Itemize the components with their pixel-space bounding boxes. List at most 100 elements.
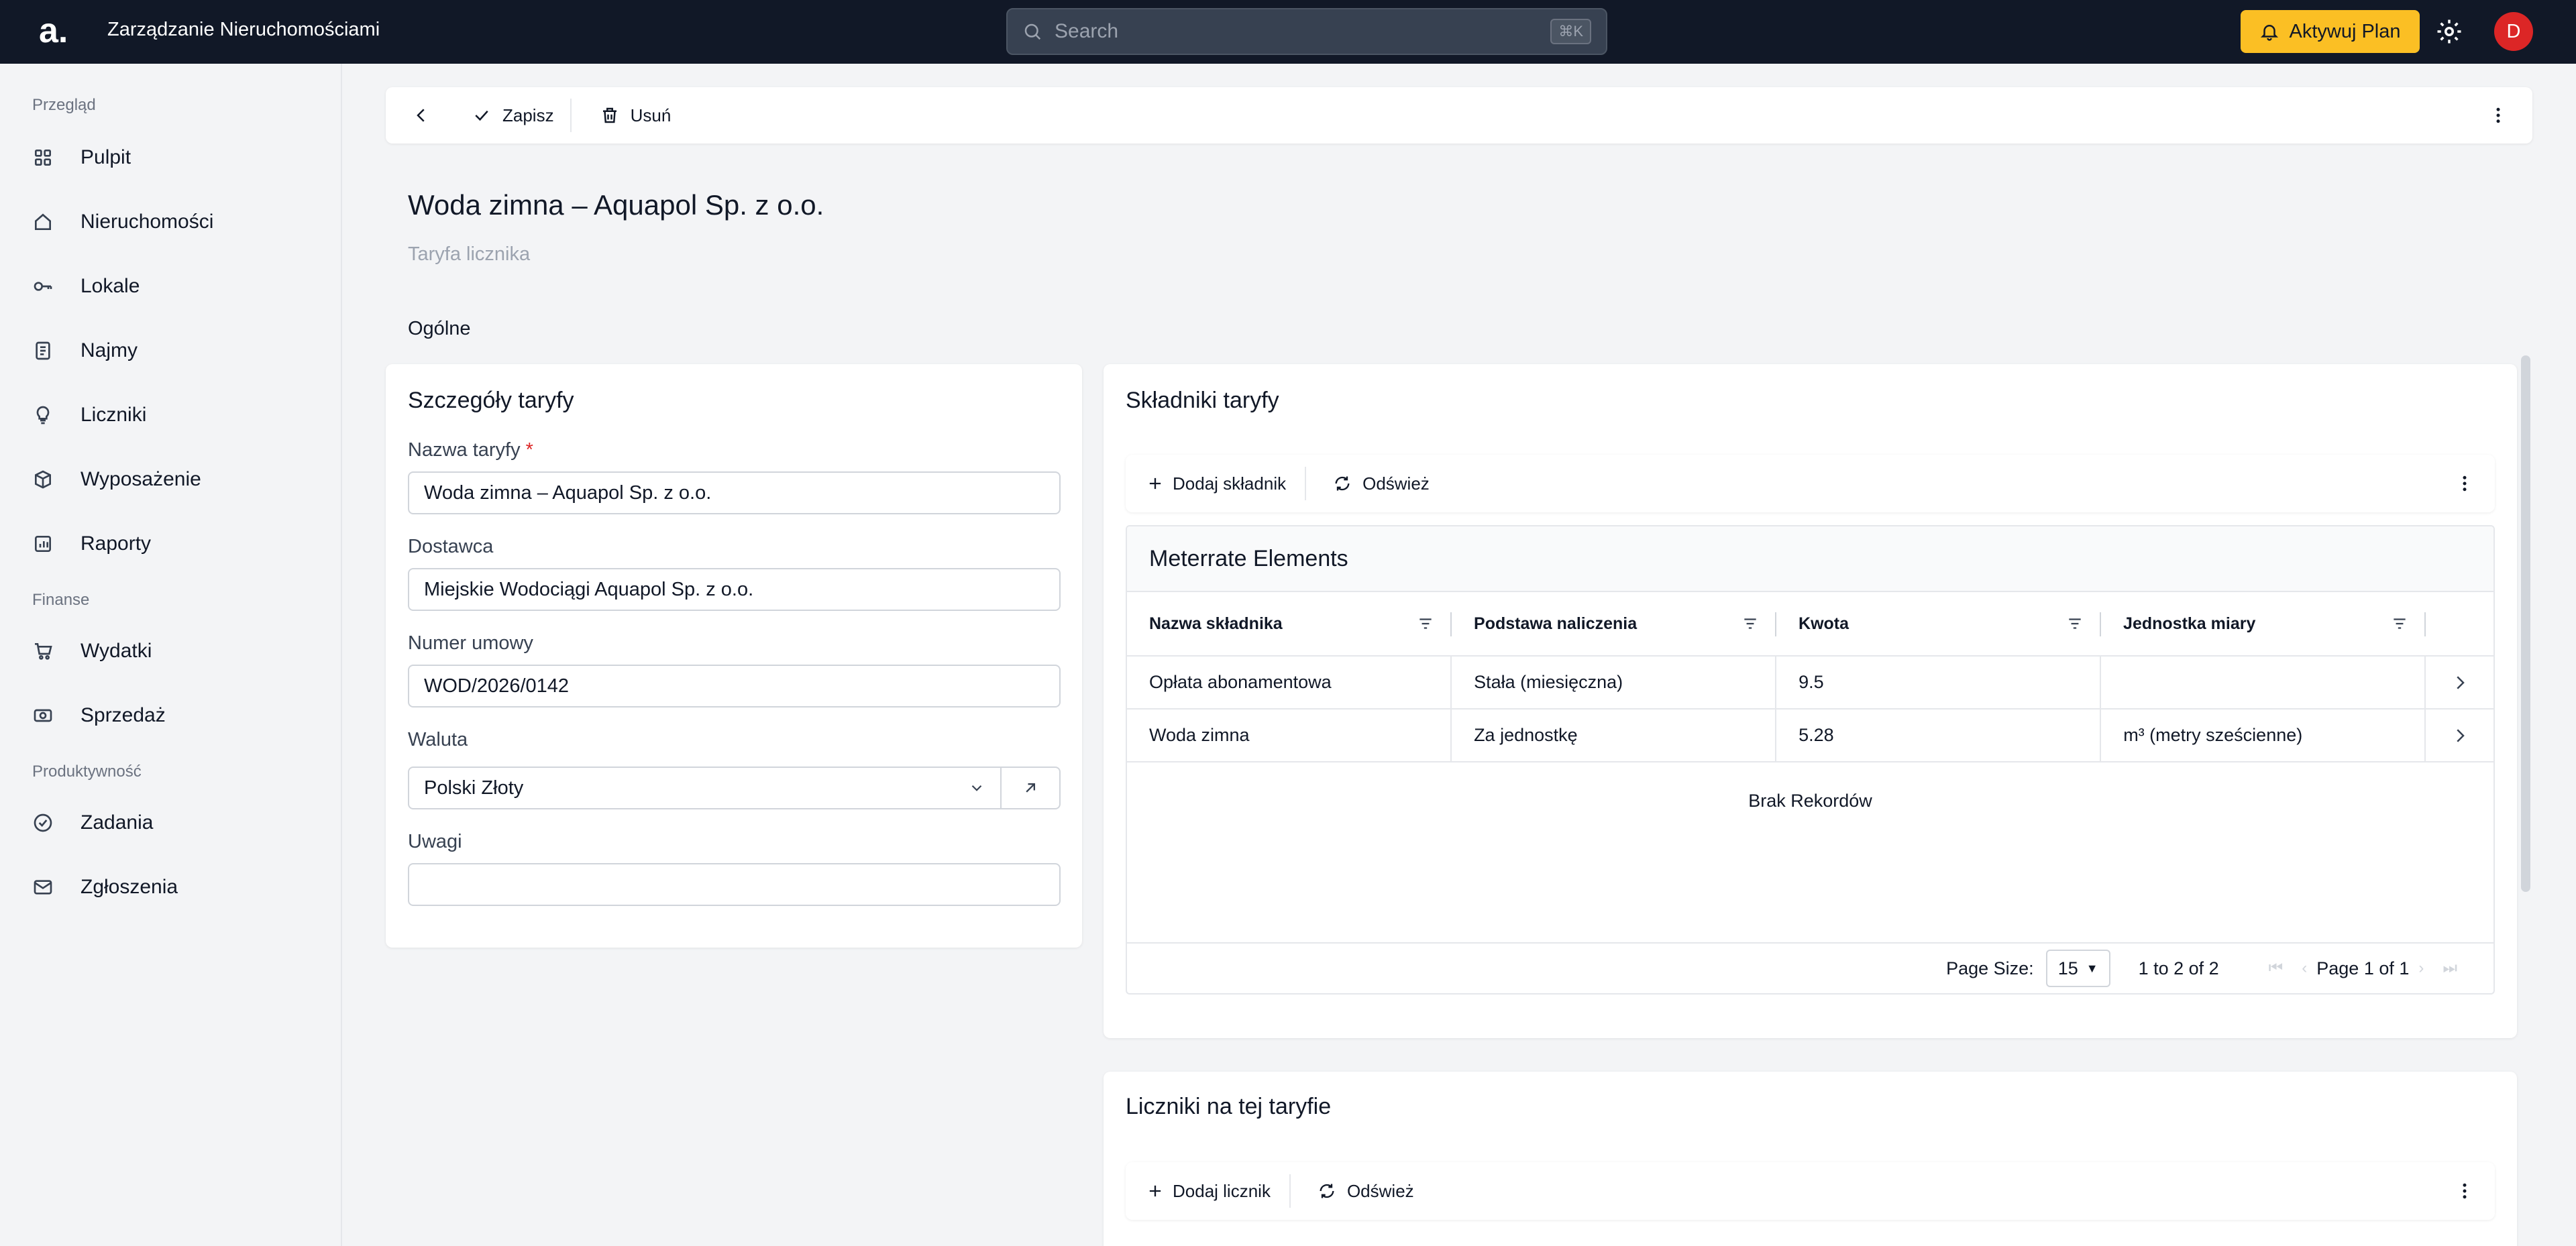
row-open-button[interactable] — [2426, 657, 2493, 708]
add-meter-button[interactable]: Dodaj licznik — [1146, 1181, 1271, 1202]
filter-icon[interactable] — [1417, 615, 1434, 632]
meters-toolbar: Dodaj licznik Odśwież — [1126, 1162, 2495, 1220]
filter-icon[interactable] — [2391, 615, 2408, 632]
column-header-basis[interactable]: Podstawa naliczenia — [1452, 592, 1777, 655]
sidebar-item-tasks[interactable]: Zadania — [32, 804, 153, 842]
contract-number-field[interactable]: WOD/2026/0142 — [408, 665, 1061, 707]
activate-plan-button[interactable]: Aktywuj Plan — [2241, 10, 2420, 53]
sidebar: Przegląd Pulpit Nieruchomości Lokale Naj… — [0, 64, 342, 1246]
page-indicator: Page 1 of 1 — [2316, 958, 2410, 978]
check-icon — [475, 110, 488, 121]
contract-label: Numer umowy — [408, 632, 533, 654]
page-subtitle: Taryfa licznika — [408, 243, 531, 265]
sidebar-item-sales[interactable]: Sprzedaż — [32, 697, 166, 734]
cell-basis: Stała (miesięczna) — [1452, 657, 1777, 708]
page-size-select[interactable]: 15 ▼ — [2045, 950, 2110, 987]
column-header-label: Nazwa składnika — [1149, 614, 1283, 633]
record-toolbar: Zapisz Usuń — [386, 87, 2532, 144]
bell-icon — [2261, 25, 2279, 41]
grid-title: Meterrate Elements — [1127, 526, 2493, 592]
column-header-amount[interactable]: Kwota — [1776, 592, 2102, 655]
refresh-meters-button[interactable]: Odśwież — [1318, 1181, 1414, 1202]
currency-label: Waluta — [408, 729, 468, 750]
table-row[interactable]: Woda zimna Za jednostkę 5.28 m³ (metry s… — [1127, 710, 2493, 762]
components-grid: Meterrate Elements Nazwa składnika Podst… — [1126, 525, 2495, 995]
name-label-text: Nazwa taryfy — [408, 439, 521, 461]
trash-icon — [602, 107, 616, 123]
add-component-label: Dodaj składnik — [1173, 473, 1287, 494]
tariff-name-field[interactable]: Woda zimna – Aquapol Sp. z o.o. — [408, 471, 1061, 514]
cell-unit: m³ (metry sześcienne) — [2101, 710, 2426, 761]
delete-button[interactable]: Usuń — [600, 105, 671, 126]
refresh-components-button[interactable]: Odśwież — [1333, 473, 1430, 494]
sidebar-item-label: Wyposażenie — [80, 468, 201, 490]
sidebar-item-meters[interactable]: Liczniki — [32, 396, 146, 434]
cash-icon — [34, 709, 52, 722]
more-vertical-icon[interactable] — [2455, 1181, 2475, 1201]
card-title: Składniki taryfy — [1126, 388, 1279, 413]
refresh-label: Odśwież — [1346, 1180, 1414, 1201]
tariff-details-card: Szczegóły taryfy Nazwa taryfy * Woda zim… — [386, 364, 1082, 948]
filter-icon[interactable] — [1741, 615, 1759, 632]
notes-label: Uwagi — [408, 831, 462, 852]
column-header-unit[interactable]: Jednostka miary — [2101, 592, 2426, 655]
toolbar-divider — [570, 99, 572, 132]
cell-basis: Za jednostkę — [1452, 710, 1777, 761]
page-title: Woda zimna – Aquapol Sp. z o.o. — [408, 189, 824, 221]
search-input[interactable]: Search ⌘K — [1006, 8, 1607, 55]
avatar[interactable]: D — [2494, 12, 2533, 51]
supplier-label: Dostawca — [408, 536, 494, 557]
page-scrollbar[interactable] — [2521, 355, 2530, 892]
save-button[interactable]: Zapisz — [472, 105, 554, 126]
grid-icon — [34, 150, 51, 166]
more-vertical-icon[interactable] — [2488, 105, 2508, 125]
sidebar-item-tickets[interactable]: Zgłoszenia — [32, 868, 178, 906]
open-currency-button[interactable] — [1000, 767, 1061, 809]
filter-icon[interactable] — [2066, 615, 2084, 632]
more-vertical-icon[interactable] — [2455, 473, 2475, 494]
search-icon — [1024, 23, 1041, 40]
sidebar-item-dashboard[interactable]: Pulpit — [32, 139, 131, 176]
sidebar-item-label: Liczniki — [80, 404, 147, 426]
box-icon — [35, 470, 51, 489]
app-logo[interactable]: a. — [39, 12, 72, 50]
first-page-icon[interactable]: ⏮ — [2269, 959, 2284, 978]
currency-select[interactable]: Polski Złoty — [408, 767, 1002, 809]
tariff-meters-card: Liczniki na tej taryfie Dodaj licznik Od… — [1104, 1072, 2517, 1246]
previous-page-icon[interactable]: ‹ — [2302, 959, 2307, 978]
sidebar-item-label: Wydatki — [80, 640, 152, 662]
cell-amount: 5.28 — [1776, 710, 2102, 761]
sidebar-item-label: Lokale — [80, 275, 140, 297]
sidebar-item-properties[interactable]: Nieruchomości — [32, 203, 213, 241]
next-page-icon[interactable]: › — [2418, 959, 2424, 978]
sidebar-section-productivity: Produktywność — [32, 762, 142, 781]
last-page-icon[interactable]: ⏭ — [2443, 959, 2457, 978]
sidebar-item-leases[interactable]: Najmy — [32, 332, 138, 370]
supplier-field[interactable]: Miejskie Wodociągi Aquapol Sp. z o.o. — [408, 568, 1061, 611]
sidebar-item-label: Pulpit — [80, 146, 131, 168]
card-title: Liczniki na tej taryfie — [1126, 1094, 1332, 1119]
section-tab-general[interactable]: Ogólne — [408, 318, 471, 340]
sidebar-item-label: Najmy — [80, 339, 138, 361]
chevron-right-icon — [2456, 728, 2465, 742]
sidebar-item-reports[interactable]: Raporty — [32, 525, 151, 563]
home-icon — [35, 213, 51, 230]
cell-name: Woda zimna — [1127, 710, 1452, 761]
sidebar-item-expenses[interactable]: Wydatki — [32, 632, 152, 670]
sidebar-item-units[interactable]: Lokale — [32, 268, 140, 305]
refresh-label: Odśwież — [1362, 473, 1430, 494]
name-label: Nazwa taryfy * — [408, 439, 533, 461]
chevron-down-icon — [971, 785, 982, 791]
back-arrow-icon[interactable] — [411, 105, 431, 125]
table-row[interactable]: Opłata abonamentowa Stała (miesięczna) 9… — [1127, 657, 2493, 710]
add-component-button[interactable]: Dodaj składnik — [1146, 473, 1286, 494]
sidebar-section-overview: Przegląd — [32, 96, 96, 114]
notes-field[interactable] — [408, 863, 1061, 906]
row-open-button[interactable] — [2426, 710, 2493, 761]
column-header-name[interactable]: Nazwa składnika — [1127, 592, 1452, 655]
search-placeholder: Search — [1055, 20, 1119, 42]
toolbar-divider — [1305, 467, 1307, 500]
gear-icon[interactable] — [2435, 17, 2463, 46]
sidebar-item-equipment[interactable]: Wyposażenie — [32, 461, 201, 498]
document-icon — [36, 341, 50, 360]
